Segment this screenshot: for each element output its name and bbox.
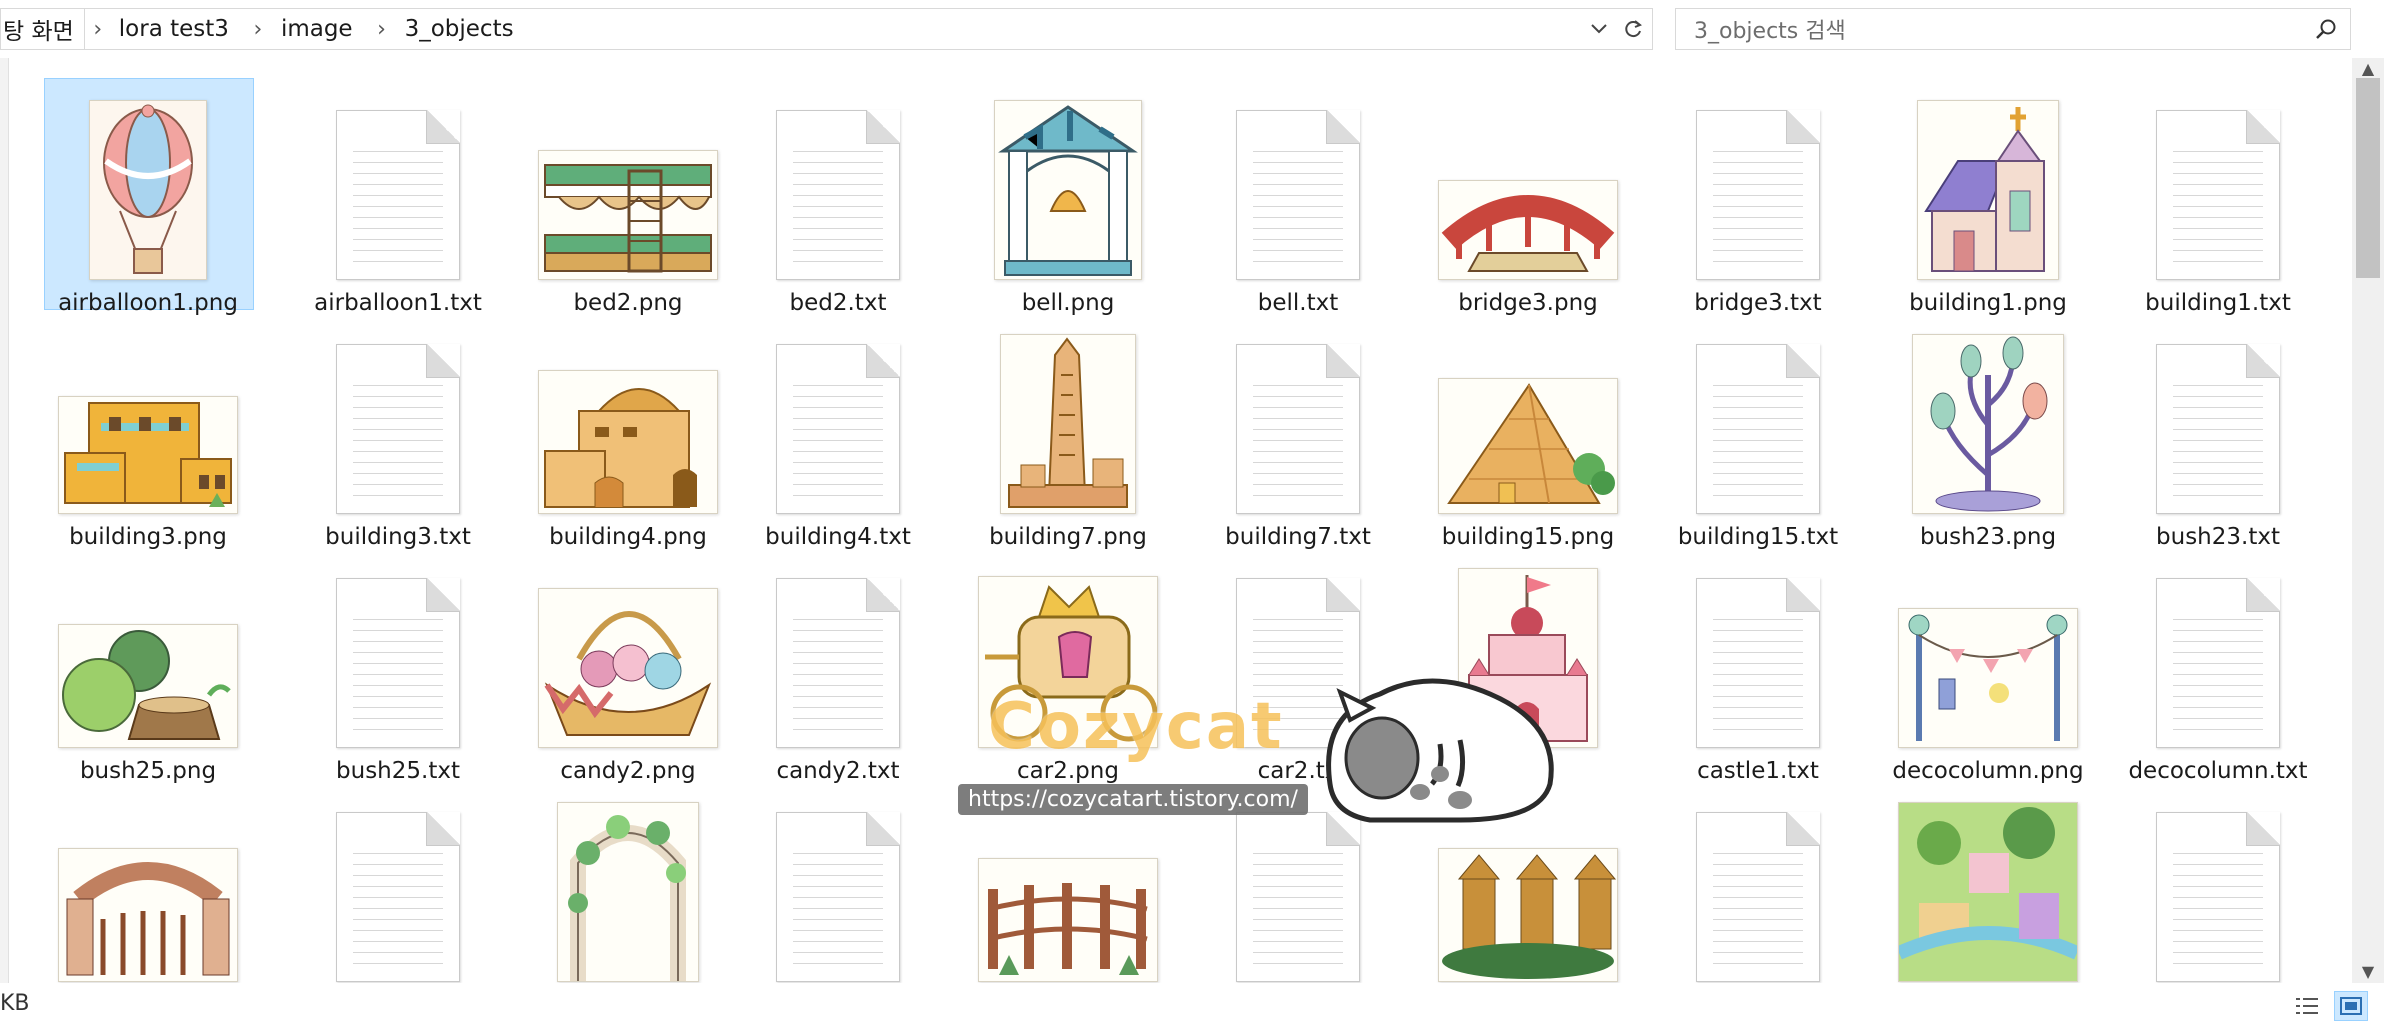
file-name: bush23.txt [2156,524,2280,550]
text-file-icon [2116,80,2320,280]
chevron-right-icon[interactable]: › [83,9,111,49]
image-thumbnail [966,314,1170,514]
status-bar: KB [0,983,2384,1026]
text-file-icon [736,548,940,748]
search-icon[interactable] [2302,9,2350,49]
image-thumbnail [966,80,1170,280]
text-file-icon [1656,548,1860,748]
text-file-icon [296,80,500,280]
text-file-icon [1656,80,1860,280]
text-file-icon [2116,548,2320,748]
text-file-icon [296,548,500,748]
text-file-icon [1656,314,1860,514]
text-file-icon [1656,782,1860,982]
file-name: airballoon1.txt [314,290,482,316]
file-name: building15.txt [1677,524,1839,550]
large-icons-view-icon[interactable] [2334,991,2368,1021]
file-name: candy2.txt [776,758,900,784]
image-thumbnail [1886,782,2090,982]
refresh-icon[interactable] [1617,9,1649,49]
image-thumbnail [46,80,250,280]
text-file-icon [736,80,940,280]
scroll-down-icon[interactable]: ▼ [2352,961,2384,983]
search-box[interactable]: 3_objects 검색 [1675,8,2351,50]
text-file-icon [2116,314,2320,514]
image-thumbnail [46,548,250,748]
file-name: bed2.png [573,290,683,316]
file-name: building15.png [1441,524,1615,550]
file-name: bell.png [1021,290,1115,316]
file-name: building1.png [1909,290,2067,316]
text-file-icon [2116,782,2320,982]
image-thumbnail [1886,548,2090,748]
cat-mascot-icon [1310,674,1570,828]
file-name: bush25.txt [336,758,460,784]
navigation-pane-edge [0,58,9,983]
file-name: decocolumn.txt [2128,758,2308,784]
breadcrumb-image[interactable]: image [273,16,367,42]
file-name: bridge3.png [1458,290,1598,316]
file-name: bridge3.txt [1694,290,1822,316]
text-file-icon [736,782,940,982]
image-thumbnail [1886,314,2090,514]
file-list-pane[interactable]: airballoon1.png airballoon1.txt bed2.png [0,58,2352,983]
image-thumbnail [1426,80,1630,280]
scroll-up-icon[interactable]: ▲ [2352,58,2384,80]
chevron-right-icon[interactable]: › [367,17,397,42]
file-name: bush25.png [79,758,217,784]
toolbar: 탕 화면 › lora test3 › image › 3_objects 3_… [0,0,2384,58]
text-file-icon [296,314,500,514]
file-name: castle1.txt [1697,758,1819,784]
scrollbar-thumb[interactable] [2356,78,2380,278]
file-name: decocolumn.png [1892,758,2084,784]
chevron-right-icon[interactable]: › [243,17,273,42]
file-name: airballoon1.png [58,290,238,316]
file-name: bed2.txt [789,290,887,316]
image-thumbnail [526,80,730,280]
file-name: building3.png [69,524,227,550]
file-name: building7.png [989,524,1147,550]
selection-size: KB [0,991,30,1016]
text-file-icon [1196,314,1400,514]
file-name: building1.txt [2145,290,2291,316]
image-thumbnail [526,782,730,982]
text-file-icon [736,314,940,514]
image-thumbnail [526,548,730,748]
breadcrumb-lora-test3[interactable]: lora test3 [111,16,243,42]
file-name: building4.txt [765,524,911,550]
file-name: bush23.png [1919,524,2057,550]
search-input[interactable]: 3_objects 검색 [1676,13,2302,45]
text-file-icon [1196,80,1400,280]
image-thumbnail [46,782,250,982]
watermark-url: https://cozycatart.tistory.com/ [958,784,1308,815]
file-name: bell.txt [1257,290,1339,316]
breadcrumb-desktop[interactable]: 탕 화면 [1,9,84,49]
breadcrumb-3-objects[interactable]: 3_objects [397,16,528,42]
watermark-brand: Cozycat [988,690,1284,764]
image-thumbnail [1886,80,2090,280]
vertical-scrollbar[interactable]: ▲ ▼ [2352,58,2384,983]
image-thumbnail [46,314,250,514]
image-thumbnail [526,314,730,514]
chevron-down-icon[interactable] [1583,9,1615,49]
address-bar[interactable]: 탕 화면 › lora test3 › image › 3_objects [0,8,1653,50]
details-view-icon[interactable] [2290,991,2324,1021]
file-name: candy2.png [560,758,696,784]
file-name: building7.txt [1225,524,1371,550]
text-file-icon [296,782,500,982]
file-name: building4.png [549,524,707,550]
image-thumbnail [1426,314,1630,514]
file-name: building3.txt [325,524,471,550]
